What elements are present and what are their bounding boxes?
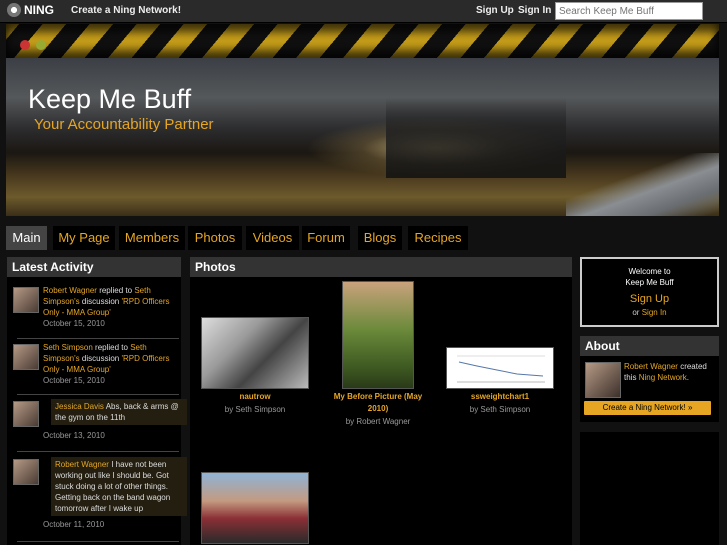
photo-thumbnail[interactable] (201, 472, 309, 544)
welcome-text: Welcome to Keep Me Buff (582, 266, 717, 288)
sign-in-line: or Sign In (582, 308, 717, 317)
ning-logo-icon (7, 3, 21, 17)
sign-in-link[interactable]: Sign In (642, 308, 667, 317)
activity-word: discussion (81, 297, 120, 306)
divider (17, 541, 179, 542)
avatar[interactable] (13, 459, 39, 485)
tab-photos[interactable]: Photos (188, 226, 242, 250)
create-network-button[interactable]: Create a Ning Network! » (584, 401, 711, 415)
header-banner (6, 58, 719, 216)
site-title[interactable]: Keep Me Buff (28, 84, 191, 115)
site-tagline: Your Accountability Partner (34, 116, 214, 133)
photo-thumbnail[interactable] (201, 317, 309, 389)
activity-text: Robert Wagner replied to Seth Simpson's … (43, 285, 175, 318)
avatar[interactable] (585, 362, 621, 398)
photo-item[interactable] (200, 472, 310, 544)
status-quote: Jessica Davis Abs, back & arms @ the gym… (51, 399, 187, 425)
divider (17, 394, 179, 395)
activity-text: Seth Simpson replied to Seth Simpson's d… (43, 342, 175, 375)
activity-date: October 13, 2010 (43, 431, 105, 440)
top-sign-up-link[interactable]: Sign Up (476, 5, 514, 16)
photo-author: by Robert Wagner (345, 417, 411, 426)
photo-title[interactable]: nautrow (200, 391, 310, 403)
status-quote: Robert Wagner I have not been working ou… (51, 457, 187, 516)
photo-title[interactable]: ssweightchart1 (444, 391, 556, 403)
activity-verb: replied (95, 343, 120, 352)
activity-actor[interactable]: Robert Wagner (43, 286, 97, 295)
activity-date: October 15, 2010 (43, 376, 105, 385)
hazard-stripe-band (6, 24, 719, 58)
latest-activity-heading: Latest Activity (7, 257, 181, 277)
divider (17, 338, 179, 339)
top-sign-in-link[interactable]: Sign In (518, 5, 551, 16)
ning-network-link[interactable]: Ning Network (639, 373, 687, 382)
tab-members[interactable]: Members (119, 226, 185, 250)
activity-actor[interactable]: Jessica Davis (55, 402, 104, 411)
ning-logo-text: NING (24, 3, 54, 17)
about-text: Robert Wagner created this Ning Network. (624, 362, 707, 382)
activity-word: to (121, 343, 128, 352)
avatar[interactable] (13, 344, 39, 370)
red-dot-icon (20, 40, 30, 50)
activity-word: to (125, 286, 133, 295)
tab-forum[interactable]: Forum (302, 226, 350, 250)
about-heading: About (580, 336, 719, 356)
photo-item[interactable]: ssweightchart1 by Seth Simpson (444, 347, 556, 414)
green-dot-icon (36, 40, 46, 50)
about-panel: About Robert Wagner created this Ning Ne… (580, 336, 719, 422)
tab-videos[interactable]: Videos (246, 226, 299, 250)
sidebar-empty-box (580, 432, 719, 545)
top-bar: NING Create a Ning Network! Sign Up Sign… (0, 0, 727, 23)
activity-date: October 11, 2010 (43, 520, 105, 529)
photo-thumbnail[interactable] (446, 347, 554, 389)
photo-item[interactable]: My Before Picture (May 2010) by Robert W… (328, 281, 428, 426)
activity-actor[interactable]: Seth Simpson (43, 343, 93, 352)
avatar[interactable] (13, 287, 39, 313)
photos-panel: Photos nautrow by Seth Simpson My Before… (190, 257, 572, 545)
create-network-link[interactable]: Create a Ning Network! (71, 5, 181, 16)
creator-link[interactable]: Robert Wagner (624, 362, 678, 371)
welcome-line: Welcome to (628, 267, 671, 276)
banner-road (566, 153, 719, 216)
tab-recipes[interactable]: Recipes (408, 226, 468, 250)
activity-date: October 15, 2010 (43, 319, 105, 328)
tab-blogs[interactable]: Blogs (358, 226, 402, 250)
photo-thumbnail[interactable] (342, 281, 414, 389)
photo-title[interactable]: My Before Picture (May 2010) (328, 391, 428, 415)
welcome-box: Welcome to Keep Me Buff Sign Up or Sign … (580, 257, 719, 327)
sign-up-button[interactable]: Sign Up (582, 293, 717, 305)
or-text: or (632, 308, 640, 317)
latest-activity-panel: Latest Activity Robert Wagner replied to… (7, 257, 187, 545)
tab-main[interactable]: Main (6, 226, 47, 250)
welcome-network-name: Keep Me Buff (625, 278, 674, 287)
banner-factory (386, 98, 566, 178)
tab-my-page[interactable]: My Page (53, 226, 115, 250)
search-input[interactable] (555, 2, 703, 20)
divider (17, 451, 179, 452)
photos-heading: Photos (190, 257, 572, 277)
photo-author: by Seth Simpson (469, 405, 531, 414)
activity-word: discussion (81, 354, 120, 363)
ning-logo[interactable]: NING (7, 3, 54, 17)
avatar[interactable] (13, 401, 39, 427)
activity-actor[interactable]: Robert Wagner (55, 460, 109, 469)
weight-chart-thumbnail-graphic (457, 355, 545, 383)
photo-author: by Seth Simpson (224, 405, 286, 414)
activity-verb: replied (99, 286, 124, 295)
photo-item[interactable]: nautrow by Seth Simpson (200, 317, 310, 414)
